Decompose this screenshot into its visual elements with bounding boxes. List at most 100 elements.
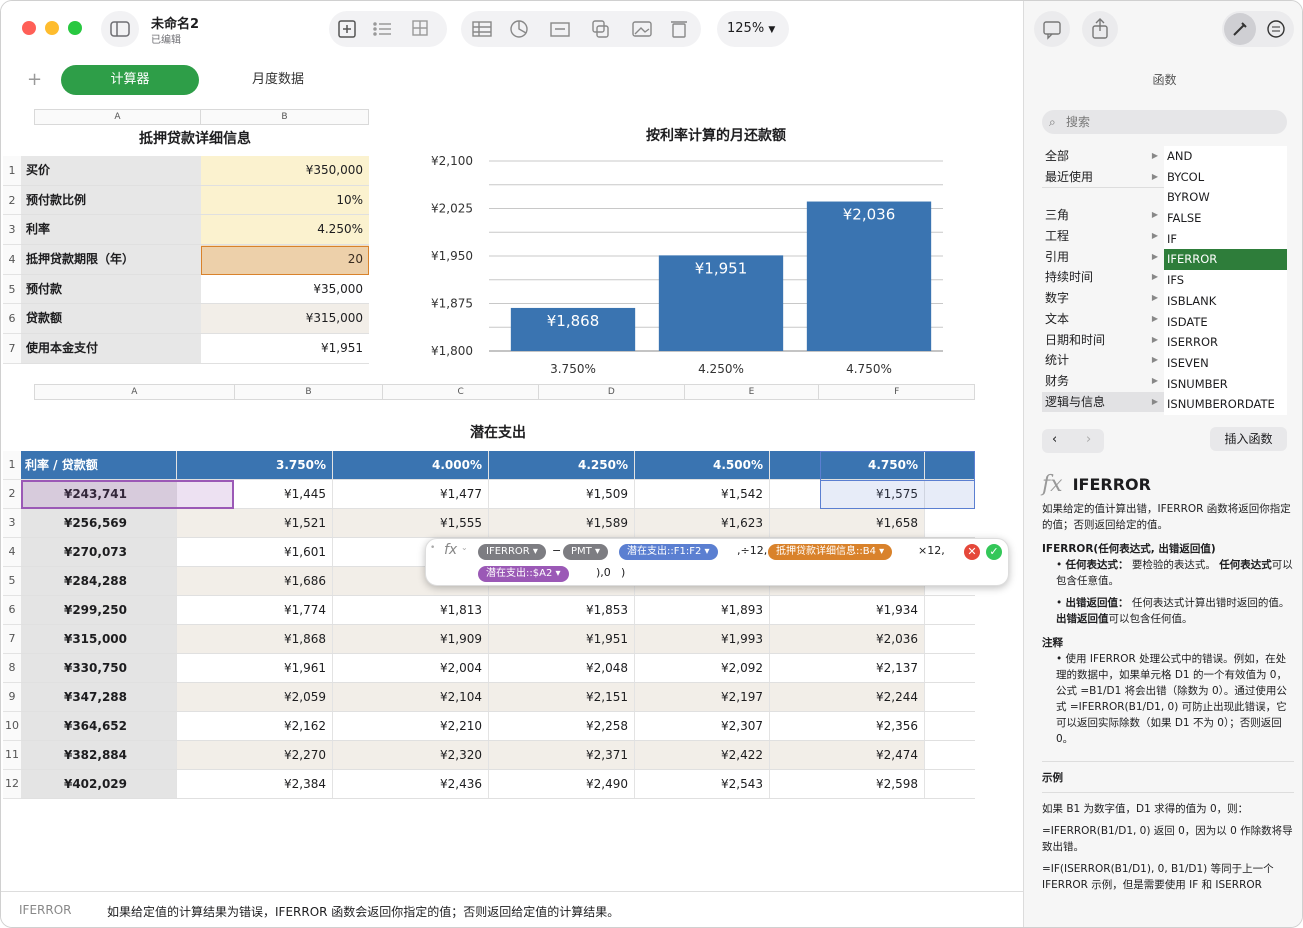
cancel-formula-button[interactable]: ✕	[964, 544, 980, 560]
payment-cell[interactable]: ¥2,104	[333, 683, 489, 711]
add-sheet-button[interactable]: +	[27, 69, 42, 90]
formula-editor[interactable]: • fx ⌄ IFERROR ▾ − PMT ▾ 潜在支出::F1:F2 ▾ ,…	[425, 538, 1009, 586]
header-cell[interactable]: 利率 / 贷款额	[21, 451, 177, 479]
function-item[interactable]: ISEVEN	[1164, 353, 1287, 374]
payment-cell[interactable]: ¥1,509	[489, 480, 635, 508]
insert-function-button[interactable]: 插入函数	[1210, 427, 1287, 451]
function-item[interactable]: AND	[1164, 146, 1287, 167]
share-button[interactable]	[1082, 11, 1118, 47]
bar[interactable]	[806, 201, 932, 351]
payment-cell[interactable]: ¥1,774	[177, 596, 333, 624]
back-chevron-icon[interactable]: ‹	[1052, 432, 1057, 447]
row-header[interactable]: 5	[3, 274, 22, 305]
payment-cell[interactable]: ¥2,258	[489, 712, 635, 740]
payment-cell[interactable]: ¥2,474	[770, 741, 925, 769]
payment-cell[interactable]: ¥2,162	[177, 712, 333, 740]
tab-monthly-data[interactable]: 月度数据	[223, 65, 333, 95]
payment-cell[interactable]: ¥1,993	[635, 625, 770, 653]
category-item[interactable]	[1042, 187, 1164, 205]
row-header[interactable]: 7	[3, 625, 22, 654]
loan-amount-cell[interactable]: ¥347,288	[21, 683, 177, 711]
loan-amount-cell[interactable]: ¥299,250	[21, 596, 177, 624]
row-header[interactable]: 2	[3, 185, 22, 216]
payment-cell[interactable]: ¥1,555	[333, 509, 489, 537]
column-header[interactable]: B	[235, 385, 384, 399]
loan-amount-cell[interactable]: ¥330,750	[21, 654, 177, 682]
chevron-down-icon[interactable]: ⌄	[461, 543, 468, 552]
function-item[interactable]: ISNUMBERORDATE	[1164, 394, 1287, 415]
row-label-cell[interactable]: 预付款	[21, 274, 201, 304]
loan-amount-cell[interactable]: ¥284,288	[21, 567, 177, 595]
row-label-cell[interactable]: 抵押贷款期限（年）	[21, 245, 201, 274]
payment-cell[interactable]: ¥1,961	[177, 654, 333, 682]
payment-cell[interactable]: ¥1,521	[177, 509, 333, 537]
category-item[interactable]: 数字 ▶	[1042, 288, 1164, 309]
reference-token-f1-f2[interactable]: 潜在支出::F1:F2 ▾	[619, 544, 718, 560]
column-header[interactable]: B	[201, 110, 368, 124]
format-button[interactable]	[1224, 13, 1256, 45]
row-label-cell[interactable]: 使用本金支付	[21, 334, 201, 363]
payment-cell[interactable]: ¥2,436	[333, 770, 489, 798]
payment-cell[interactable]: ¥1,853	[489, 596, 635, 624]
function-search-input[interactable]: ⌕ 搜索	[1042, 110, 1287, 134]
payment-cell[interactable]: ¥1,893	[635, 596, 770, 624]
category-item[interactable]: 逻辑与信息 ▶	[1042, 391, 1164, 413]
function-item[interactable]: BYROW	[1164, 187, 1287, 208]
row-header[interactable]: 3	[3, 509, 22, 538]
category-item[interactable]: 全部 ▶	[1042, 146, 1164, 167]
zoom-window-button[interactable]	[68, 21, 82, 35]
forward-chevron-icon[interactable]: ›	[1086, 432, 1091, 447]
comment-button[interactable]	[1034, 11, 1070, 47]
category-item[interactable]: 日期和时间 ▶	[1042, 330, 1164, 351]
payment-cell[interactable]: ¥2,036	[770, 625, 925, 653]
function-item[interactable]: ISERROR	[1164, 332, 1287, 353]
header-cell[interactable]: 3.750%	[177, 451, 333, 479]
row-header[interactable]: 6	[3, 304, 22, 335]
value-cell[interactable]: ¥315,000	[201, 304, 369, 334]
selected-cell-a2[interactable]	[21, 480, 234, 509]
function-item[interactable]: BYCOL	[1164, 167, 1287, 188]
payment-cell[interactable]: ¥2,137	[770, 654, 925, 682]
category-item[interactable]: 最近使用 ▶	[1042, 167, 1164, 188]
value-cell[interactable]: ¥35,000	[201, 275, 369, 304]
category-item[interactable]: 持续时间 ▶	[1042, 267, 1164, 288]
payment-cell[interactable]: ¥2,356	[770, 712, 925, 740]
payment-cell[interactable]: ¥1,542	[635, 480, 770, 508]
payment-cell[interactable]: ¥2,092	[635, 654, 770, 682]
payment-cell[interactable]: ¥1,589	[489, 509, 635, 537]
payment-cell[interactable]: ¥2,244	[770, 683, 925, 711]
category-item[interactable]: 统计 ▶	[1042, 350, 1164, 371]
row-header[interactable]: 3	[3, 215, 22, 246]
payment-cell[interactable]: ¥2,490	[489, 770, 635, 798]
payment-cell[interactable]: ¥1,686	[177, 567, 333, 595]
payment-cell[interactable]: ¥1,658	[770, 509, 925, 537]
function-item[interactable]: FALSE	[1164, 208, 1287, 229]
reference-token-b4[interactable]: 抵押贷款详细信息::B4 ▾	[768, 544, 893, 560]
column-header[interactable]: F	[819, 385, 974, 399]
column-header[interactable]: E	[685, 385, 820, 399]
payment-cell[interactable]: ¥1,623	[635, 509, 770, 537]
loan-amount-cell[interactable]: ¥270,073	[21, 538, 177, 566]
payment-cell[interactable]: ¥2,270	[177, 741, 333, 769]
column-header[interactable]: C	[383, 385, 539, 399]
category-item[interactable]: 财务 ▶	[1042, 371, 1164, 392]
value-cell[interactable]: 10%	[201, 185, 369, 215]
row-header[interactable]: 5	[3, 567, 22, 596]
payment-cell[interactable]: ¥1,601	[177, 538, 333, 566]
row-header[interactable]: 4	[3, 538, 22, 567]
function-item[interactable]: ISDATE	[1164, 312, 1287, 333]
function-item[interactable]: IF	[1164, 229, 1287, 250]
row-header[interactable]: 1	[3, 451, 22, 480]
payment-cell[interactable]: ¥2,543	[635, 770, 770, 798]
payment-cell[interactable]: ¥2,422	[635, 741, 770, 769]
row-header[interactable]: 9	[3, 683, 22, 712]
payment-bar-chart[interactable]: ¥2,100 ¥2,025 ¥1,950 ¥1,875 ¥1,800 ¥1,868 3.75…	[421, 149, 961, 381]
row-header[interactable]: 6	[3, 596, 22, 625]
payment-cell[interactable]: ¥2,004	[333, 654, 489, 682]
function-item[interactable]: IFERROR	[1164, 249, 1287, 271]
function-item[interactable]: IFS	[1164, 270, 1287, 291]
payment-cell[interactable]: ¥1,909	[333, 625, 489, 653]
organize-button[interactable]	[1260, 13, 1292, 45]
loan-amount-cell[interactable]: ¥402,029	[21, 770, 177, 798]
value-cell[interactable]: 4.250%	[201, 215, 369, 245]
